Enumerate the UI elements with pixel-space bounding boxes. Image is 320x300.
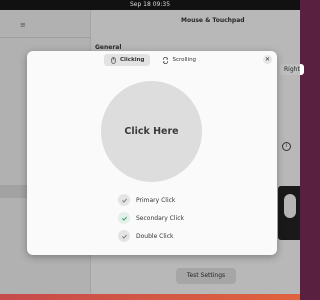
- test-settings-dialog: Clicking Scrolling ✕ Click Here Primary …: [27, 51, 277, 255]
- close-icon[interactable]: ✕: [263, 55, 272, 64]
- click-checklist: Primary Click Secondary Click Double Cli…: [118, 194, 184, 248]
- top-bar: Sep 18 09:35: [0, 0, 300, 10]
- mouse-icon: [111, 56, 116, 64]
- check-primary-click: Primary Click: [118, 194, 184, 206]
- tab-clicking[interactable]: Clicking: [104, 54, 151, 66]
- clock[interactable]: Sep 18 09:35: [130, 1, 170, 8]
- check-icon: [118, 194, 130, 206]
- tab-scrolling[interactable]: Scrolling: [156, 54, 202, 66]
- tab-scrolling-label: Scrolling: [172, 57, 197, 63]
- primary-click-label: Primary Click: [136, 196, 176, 204]
- secondary-click-label: Secondary Click: [136, 214, 184, 222]
- check-secondary-click: Secondary Click: [118, 212, 184, 224]
- tab-clicking-label: Clicking: [120, 57, 145, 63]
- scroll-icon: [163, 56, 169, 64]
- click-here-area[interactable]: Click Here: [101, 81, 202, 182]
- dialog-tabs: Clicking Scrolling: [104, 54, 202, 66]
- check-icon: [118, 230, 130, 242]
- double-click-label: Double Click: [136, 232, 174, 240]
- check-done-icon: [118, 212, 130, 224]
- check-double-click: Double Click: [118, 230, 184, 242]
